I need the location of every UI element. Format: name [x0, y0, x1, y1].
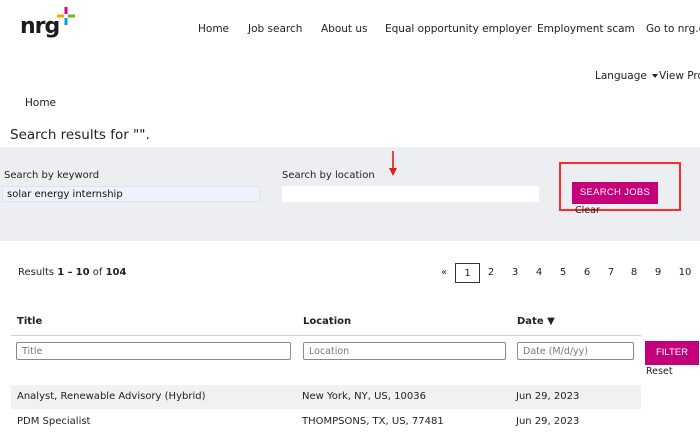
breadcrumb-home[interactable]: Home [25, 97, 56, 109]
header-divider [11, 335, 641, 336]
job-title-link[interactable]: PDM Specialist [17, 416, 90, 427]
title-filter-input[interactable] [16, 342, 291, 360]
location-label: Search by location [282, 170, 375, 181]
language-dropdown[interactable]: Language [595, 70, 658, 82]
keyword-label: Search by keyword [4, 170, 100, 181]
nav-home[interactable]: Home [198, 23, 229, 35]
nrg-logo[interactable]: nrg [20, 7, 75, 40]
logo-spark-icon [57, 7, 75, 25]
job-location: THOMPSONS, TX, US, 77481 [302, 416, 444, 427]
view-profile-link[interactable]: View Pro [659, 70, 700, 82]
table-row[interactable]: Analyst, Renewable Advisory (Hybrid) New… [11, 385, 641, 409]
nav-about-us[interactable]: About us [321, 23, 368, 35]
nav-job-search[interactable]: Job search [248, 23, 302, 35]
table-row[interactable]: PDM Specialist THOMPSONS, TX, US, 77481 … [11, 410, 641, 432]
keyword-input[interactable] [2, 186, 260, 202]
nav-go-to-nrg[interactable]: Go to nrg.c [646, 23, 700, 35]
page-6[interactable]: 6 [580, 263, 594, 283]
search-jobs-button[interactable]: SEARCH JOBS [572, 182, 658, 204]
results-prefix: Results [18, 267, 55, 278]
job-date: Jun 29, 2023 [516, 391, 580, 402]
clear-link[interactable]: Clear [575, 205, 600, 216]
column-header-title[interactable]: Title [17, 316, 42, 327]
reset-link[interactable]: Reset [646, 366, 673, 377]
results-start: 1 [57, 267, 65, 278]
results-of: of [92, 267, 103, 278]
column-header-date[interactable]: Date ▼ [517, 316, 555, 327]
page-5[interactable]: 5 [556, 263, 570, 283]
language-label: Language [595, 70, 647, 82]
page-9[interactable]: 9 [651, 263, 665, 283]
caret-down-icon [651, 74, 658, 78]
arrow-down-annotation-icon [389, 151, 397, 176]
results-total: 104 [105, 267, 127, 278]
location-input[interactable] [282, 186, 539, 202]
page-8[interactable]: 8 [627, 263, 641, 283]
page-10[interactable]: 10 [675, 263, 695, 283]
location-filter-input[interactable] [303, 342, 506, 360]
logo-wordmark: nrg [20, 14, 60, 39]
page-1[interactable]: 1 [455, 263, 480, 283]
nav-employment-scam[interactable]: Employment scam [537, 23, 635, 35]
pagination-prev[interactable]: « [437, 263, 451, 283]
page-3[interactable]: 3 [508, 263, 522, 283]
results-dash: – [67, 267, 73, 278]
results-end: 10 [75, 267, 90, 278]
job-location: New York, NY, US, 10036 [302, 391, 426, 402]
page-4[interactable]: 4 [532, 263, 546, 283]
results-count: Results 1 – 10 of 104 [18, 267, 126, 278]
job-title-link[interactable]: Analyst, Renewable Advisory (Hybrid) [17, 391, 205, 402]
job-date: Jun 29, 2023 [516, 416, 580, 427]
column-header-location[interactable]: Location [303, 316, 351, 327]
date-filter-input[interactable] [517, 342, 634, 360]
filter-button[interactable]: FILTER [645, 341, 699, 365]
page-7[interactable]: 7 [604, 263, 618, 283]
nav-equal-opportunity-employer[interactable]: Equal opportunity employer [385, 23, 532, 35]
page-2[interactable]: 2 [484, 263, 498, 283]
search-results-heading: Search results for "". [10, 127, 150, 143]
